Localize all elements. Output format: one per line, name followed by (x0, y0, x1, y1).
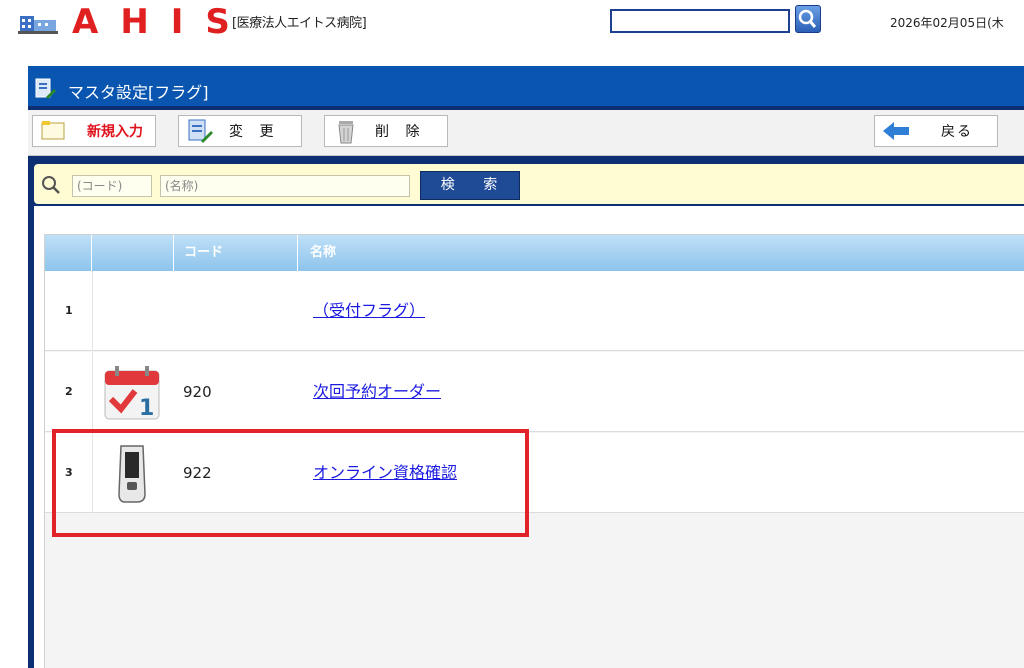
row-code: 920 (183, 383, 212, 401)
global-search-input[interactable] (610, 9, 790, 33)
edit-label: 変 更 (229, 124, 280, 140)
current-date: 2026年02月05日(木 (890, 16, 1004, 30)
app-logo: AHIS (72, 2, 252, 42)
header-code[interactable]: コード (174, 235, 298, 271)
delete-label: 削 除 (375, 124, 426, 140)
panel-title-bar: マスタ設定[フラグ] (28, 66, 1024, 106)
search-icon (798, 9, 817, 28)
row-name-link[interactable]: オンライン資格確認 (313, 433, 457, 513)
hospital-building-icon (18, 16, 58, 34)
svg-text:1: 1 (139, 396, 154, 421)
name-search-input[interactable]: (名称) (160, 175, 410, 197)
search-filter-bar: (コード) (名称) 検 索 (34, 164, 1024, 204)
row-name-link[interactable]: 次回予約オーダー (313, 352, 441, 432)
row-name-link[interactable]: （受付フラグ） (313, 271, 425, 351)
trash-icon (338, 121, 354, 144)
row-divider (92, 352, 93, 432)
hospital-name: [医療法人エイトス病院] (232, 16, 367, 31)
back-arrow-icon (883, 122, 909, 140)
edit-document-icon (188, 119, 213, 143)
table-row[interactable]: 1 （受付フラグ） (45, 271, 1024, 351)
master-settings-panel: マスタ設定[フラグ] 新規入力 変 更 削 除 戻る (コード) (名称) 検 … (28, 66, 1024, 668)
back-button[interactable]: 戻る (874, 115, 998, 147)
row-code: 922 (183, 464, 212, 482)
header-icon (92, 235, 174, 271)
document-edit-icon (35, 78, 56, 99)
toolbar: 新規入力 変 更 削 除 戻る (28, 110, 1024, 156)
row-number: 2 (65, 385, 73, 398)
new-entry-label: 新規入力 (87, 124, 143, 140)
magnifier-icon (42, 176, 60, 194)
content-area: コード 名称 1 （受付フラグ） 2 1 920 次回予約オーダー 3 922 … (34, 206, 1024, 668)
row-number: 3 (65, 466, 73, 479)
search-button[interactable]: 検 索 (420, 171, 520, 200)
edit-button[interactable]: 変 更 (178, 115, 302, 147)
calendar-check-icon: 1 (104, 366, 160, 421)
delete-button[interactable]: 削 除 (324, 115, 448, 147)
flag-table: コード 名称 1 （受付フラグ） 2 1 920 次回予約オーダー 3 922 … (44, 234, 1024, 668)
header-name[interactable]: 名称 (298, 235, 1024, 271)
code-search-input[interactable]: (コード) (72, 175, 152, 197)
table-header: コード 名称 (45, 235, 1024, 271)
card-reader-icon (118, 445, 146, 503)
new-folder-icon (41, 121, 65, 140)
row-number: 1 (65, 304, 73, 317)
new-entry-button[interactable]: 新規入力 (32, 115, 156, 147)
table-row[interactable]: 2 1 920 次回予約オーダー (45, 352, 1024, 432)
header-num (45, 235, 92, 271)
back-label: 戻る (941, 124, 973, 140)
global-search-button[interactable] (795, 5, 821, 33)
row-divider (92, 271, 93, 351)
table-row[interactable]: 3 922 オンライン資格確認 (45, 433, 1024, 513)
top-bar: AHIS [医療法人エイトス病院] 2026年02月05日(木 (0, 0, 1024, 52)
page-title: マスタ設定[フラグ] (68, 83, 209, 102)
row-divider (92, 433, 93, 513)
